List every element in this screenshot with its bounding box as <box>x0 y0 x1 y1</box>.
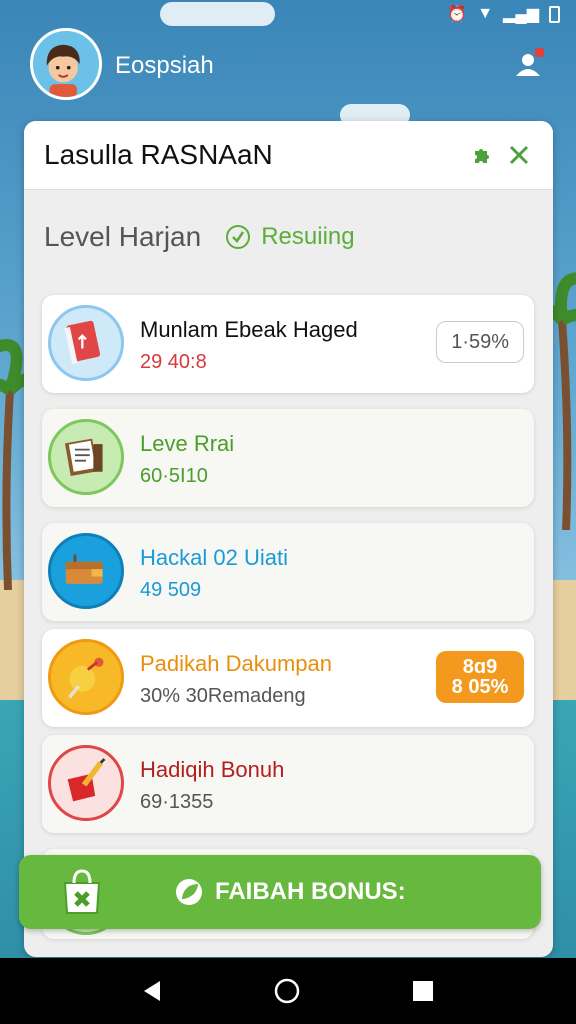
item-subtitle: 60·5I10 <box>140 465 208 487</box>
avatar[interactable] <box>30 28 102 100</box>
wallet-icon <box>48 533 124 609</box>
item-subtitle: 29 40:8 <box>140 351 207 373</box>
puzzle-icon[interactable] <box>467 141 495 169</box>
level-label: Level Harjan <box>44 221 202 252</box>
status-label: Resuiing <box>261 223 355 250</box>
wifi-icon: ▼ <box>477 5 494 22</box>
item-subtitle: 30% 30Remadeng <box>140 685 306 707</box>
percent-badge: 1·59% <box>436 321 524 363</box>
item-title: Hadiqih Bonuh <box>140 757 285 782</box>
alarm-icon: ⏰ <box>447 6 468 23</box>
notebook-icon <box>48 419 124 495</box>
bonus-button[interactable]: FAIBAH BONUS: <box>19 855 541 929</box>
battery-icon <box>549 5 560 23</box>
panel-header: Lasulla RASNAaN <box>24 121 553 190</box>
panel-title: Lasulla RASNAaN <box>44 139 273 170</box>
pencil-box-icon <box>48 745 124 821</box>
username: Eospsiah <box>115 52 214 79</box>
item-title: Leve Rrai <box>140 431 235 456</box>
back-icon[interactable] <box>140 978 166 1004</box>
book-icon <box>48 305 124 381</box>
item-title: Munlam Ebeak Haged <box>140 317 358 342</box>
status-bar: ⏰ ▼ ▂▄▆ <box>0 0 576 28</box>
list-item[interactable]: Munlam Ebeak Haged 29 40:8 1·59% <box>42 295 534 393</box>
item-title: Padikah Dakumpan <box>140 651 333 676</box>
list-item[interactable]: Hackal 02 Uiati 49 509 <box>42 523 534 621</box>
profile-notification-icon[interactable] <box>514 48 546 80</box>
list-item[interactable]: Padikah Dakumpan 30% 30Remadeng 8ɑ9 8 05… <box>42 629 534 727</box>
recents-icon[interactable] <box>410 978 436 1004</box>
item-subtitle: 49 509 <box>140 579 202 601</box>
leaf-icon <box>176 879 202 905</box>
item-subtitle: 69·1355 <box>140 791 214 813</box>
orange-percent-badge: 8ɑ9 8 05% <box>436 651 524 703</box>
navigation-bar <box>0 958 576 1024</box>
gift-bag-icon <box>63 869 101 914</box>
close-icon[interactable] <box>505 141 533 169</box>
signal-icon: ▂▄▆ <box>503 6 539 23</box>
item-title: Hackal 02 Uiati <box>140 545 288 570</box>
level-row: Level Harjan Resuiing <box>44 221 355 253</box>
star-wand-icon <box>48 639 124 715</box>
list-item[interactable]: Hadiqih Bonuh 69·1355 <box>42 735 534 833</box>
bonus-label: FAIBAH BONUS: <box>215 878 406 905</box>
refresh-icon <box>226 225 251 249</box>
home-icon[interactable] <box>274 978 300 1004</box>
main-panel: Lasulla RASNAaN Level Harjan Resuiing Mu… <box>24 121 553 957</box>
list-item[interactable]: Leve Rrai 60·5I10 <box>42 409 534 507</box>
